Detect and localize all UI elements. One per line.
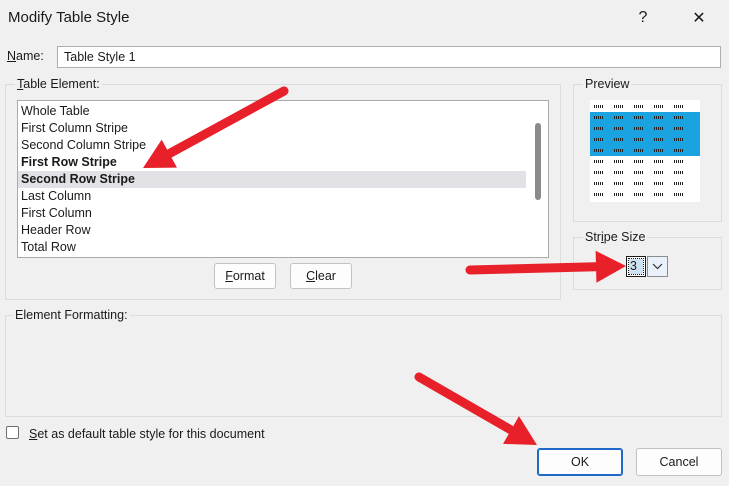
list-item-second-column-stripe[interactable]: Second Column Stripe [18,137,526,154]
preview-cell [614,171,624,174]
chevron-down-icon [652,263,663,270]
preview-row [590,123,700,134]
format-button-label: ormat [232,269,265,283]
element-formatting-label: Element Formatting: [13,308,130,322]
preview-cell [634,116,644,119]
stripe-size-value: 3 [628,258,644,275]
preview-cell [674,182,684,185]
clear-button-mnemonic: C [306,269,316,283]
list-item-first-column[interactable]: First Column [18,205,526,222]
preview-cell [634,160,644,163]
preview-cell [674,171,684,174]
preview-cell [614,149,624,152]
preview-cell [674,127,684,130]
clear-button-label: lear [315,269,336,283]
preview-cell [654,127,664,130]
table-element-label: Table Element: [15,77,102,91]
clear-button[interactable]: Clear [290,263,352,289]
format-button-mnemonic: F [225,269,233,283]
list-item-total-row[interactable]: Total Row [18,239,526,256]
list-item-second-row-stripe[interactable]: Second Row Stripe [18,171,526,188]
preview-cell [594,127,604,130]
preview-cell [614,182,624,185]
preview-cell [614,160,624,163]
preview-cell [654,182,664,185]
preview-cell [654,193,664,196]
preview-cell [594,149,604,152]
preview-row [590,112,700,123]
preview-cell [674,138,684,141]
preview-cell [594,193,604,196]
preview-cell [634,127,644,130]
preview-cell [654,149,664,152]
preview-cell [634,171,644,174]
list-scrollbar-thumb[interactable] [535,123,541,200]
preview-cell [614,105,624,108]
element-formatting-group [5,315,722,417]
preview-cell [654,138,664,141]
arrow-to-ok-button-head [503,416,537,445]
preview-cell [614,138,624,141]
preview-cell [654,105,664,108]
list-item-first-row-stripe[interactable]: First Row Stripe [18,154,526,171]
table-preview [590,100,700,202]
preview-cell [594,116,604,119]
close-button[interactable]: ✕ [676,0,722,36]
preview-row [590,101,700,112]
stripe-size-dropdown-button[interactable] [647,256,668,277]
preview-row [590,134,700,145]
close-icon: ✕ [692,10,706,27]
preview-cell [634,149,644,152]
preview-cell [594,182,604,185]
ok-button[interactable]: OK [537,448,623,476]
preview-cell [674,193,684,196]
cancel-button[interactable]: Cancel [636,448,722,476]
preview-row [590,178,700,189]
format-button[interactable]: Format [214,263,276,289]
preview-cell [674,105,684,108]
default-style-checkbox-label[interactable]: Set as default table style for this docu… [29,427,265,441]
help-icon: ? [638,9,648,26]
preview-cell [674,116,684,119]
stripe-size-label: Stripe Size [583,230,648,244]
preview-row [590,167,700,178]
list-item-first-column-stripe[interactable]: First Column Stripe [18,120,526,137]
name-input[interactable] [57,46,721,68]
table-element-list[interactable]: Whole Table First Column Stripe Second C… [17,100,549,258]
preview-cell [634,182,644,185]
preview-cell [654,116,664,119]
preview-cell [654,160,664,163]
list-item-whole-table[interactable]: Whole Table [18,103,526,120]
preview-cell [674,149,684,152]
preview-cell [614,127,624,130]
preview-cell [594,171,604,174]
preview-cell [634,193,644,196]
preview-cell [674,160,684,163]
preview-cell [634,105,644,108]
preview-cell [634,138,644,141]
preview-cell [654,171,664,174]
preview-cell [594,160,604,163]
preview-cell [594,105,604,108]
help-button[interactable]: ? [620,0,666,36]
preview-row [590,156,700,167]
preview-row [590,189,700,200]
preview-cell [614,193,624,196]
list-item-header-row[interactable]: Header Row [18,222,526,239]
name-label: Name: [7,49,44,63]
preview-cell [594,138,604,141]
window-title: Modify Table Style [8,9,130,26]
preview-row [590,145,700,156]
default-style-checkbox[interactable] [6,426,19,439]
stripe-size-select[interactable]: 3 [626,256,646,277]
preview-cell [614,116,624,119]
preview-label: Preview [583,77,632,91]
list-item-last-column[interactable]: Last Column [18,188,526,205]
